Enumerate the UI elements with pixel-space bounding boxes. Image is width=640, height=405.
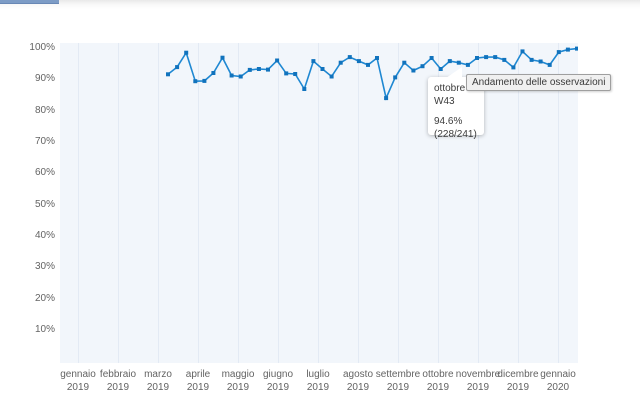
tooltip-pointer-icon — [446, 67, 462, 78]
data-point-marker[interactable] — [321, 67, 325, 71]
data-point-marker[interactable] — [475, 56, 479, 60]
data-point-marker[interactable] — [393, 75, 397, 79]
data-point-marker[interactable] — [221, 56, 225, 60]
data-point-marker[interactable] — [566, 48, 570, 52]
y-tick-label: 100% — [0, 42, 55, 54]
y-tick-label: 30% — [0, 261, 55, 273]
data-point-marker[interactable] — [430, 56, 434, 60]
tooltip-fraction: (228/241) — [434, 128, 484, 141]
tooltip-value: 94.6% — [434, 115, 484, 128]
data-point-marker[interactable] — [402, 61, 406, 65]
data-point-marker[interactable] — [266, 68, 270, 72]
data-point-marker[interactable] — [311, 59, 315, 63]
data-point-marker[interactable] — [384, 96, 388, 100]
data-point-marker[interactable] — [175, 65, 179, 69]
native-title-tooltip: Andamento delle osservazioni — [466, 74, 611, 91]
data-point-marker[interactable] — [557, 50, 561, 54]
data-point-marker[interactable] — [502, 58, 506, 62]
data-point-marker[interactable] — [293, 72, 297, 76]
tooltip-spacer — [434, 108, 484, 115]
data-point-marker[interactable] — [439, 67, 443, 71]
data-point-marker[interactable] — [366, 63, 370, 67]
data-point-marker[interactable] — [511, 65, 515, 69]
y-tick-label: 60% — [0, 167, 55, 179]
data-point-marker[interactable] — [421, 64, 425, 68]
data-point-marker[interactable] — [575, 47, 578, 51]
y-tick-label: 50% — [0, 199, 55, 211]
data-point-marker[interactable] — [202, 79, 206, 83]
y-tick-label: 90% — [0, 73, 55, 85]
data-point-marker[interactable] — [457, 61, 461, 65]
data-point-marker[interactable] — [239, 75, 243, 79]
data-point-marker[interactable] — [493, 55, 497, 59]
data-point-marker[interactable] — [348, 55, 352, 59]
app-window: 100% 90% 80% 70% 60% 50% 40% 30% 20% 10% gennaio2… — [0, 0, 640, 405]
data-point-marker[interactable] — [330, 75, 334, 79]
data-point-marker[interactable] — [448, 59, 452, 63]
tooltip-week: W43 — [434, 95, 484, 108]
y-tick-label: 70% — [0, 136, 55, 148]
plot-area[interactable] — [60, 43, 578, 363]
data-point-marker[interactable] — [257, 67, 261, 71]
data-point-marker[interactable] — [284, 71, 288, 75]
data-point-marker[interactable] — [548, 63, 552, 67]
data-point-marker[interactable] — [184, 51, 188, 55]
data-point-marker[interactable] — [375, 56, 379, 60]
data-point-marker[interactable] — [230, 74, 234, 78]
data-point-marker[interactable] — [275, 59, 279, 63]
data-point-marker[interactable] — [211, 71, 215, 75]
y-tick-label: 20% — [0, 293, 55, 305]
data-point-marker[interactable] — [339, 61, 343, 65]
y-tick-label: 80% — [0, 105, 55, 117]
data-point-marker[interactable] — [466, 63, 470, 67]
data-point-marker[interactable] — [248, 68, 252, 72]
observations-line-series[interactable] — [60, 43, 578, 363]
data-point-marker[interactable] — [357, 59, 361, 63]
data-point-marker[interactable] — [539, 60, 543, 64]
y-tick-label: 10% — [0, 324, 55, 336]
x-tick-label: gennaio2020 — [518, 368, 598, 394]
data-point-marker[interactable] — [411, 69, 415, 73]
data-point-marker[interactable] — [166, 72, 170, 76]
data-point-marker[interactable] — [521, 49, 525, 53]
y-tick-label: 40% — [0, 230, 55, 242]
data-point-marker[interactable] — [530, 58, 534, 62]
top-accent-bar — [0, 0, 59, 4]
data-point-marker[interactable] — [193, 79, 197, 83]
page-top-shadow — [0, 0, 640, 9]
data-point-marker[interactable] — [302, 87, 306, 91]
data-point-marker[interactable] — [484, 55, 488, 59]
